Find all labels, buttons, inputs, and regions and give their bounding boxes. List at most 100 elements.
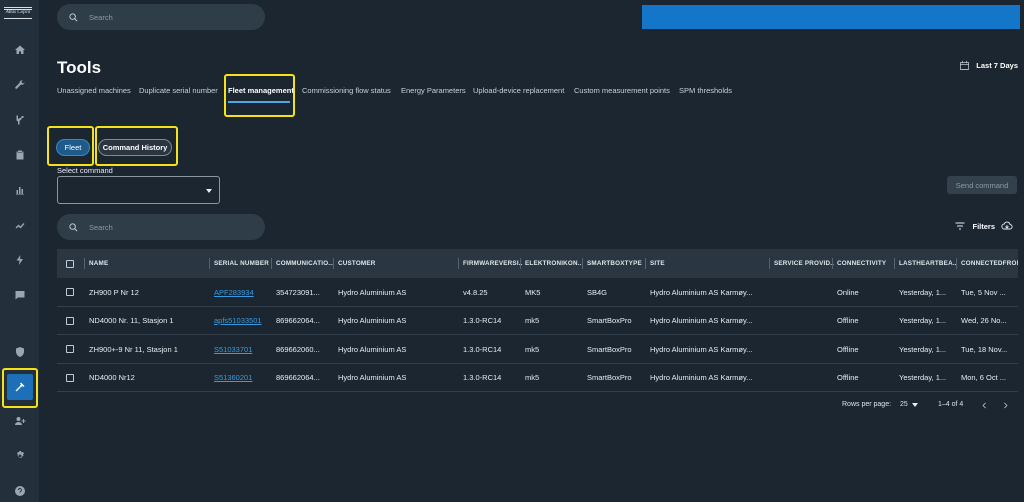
chat-icon <box>15 291 24 300</box>
sidebar-item-service[interactable] <box>0 72 39 98</box>
tab-upload-device-replacement[interactable]: Upload-device replacement <box>473 86 564 95</box>
row-checkbox[interactable] <box>66 373 74 382</box>
row-checkbox[interactable] <box>66 288 74 296</box>
cell-service-provider <box>774 364 832 392</box>
table-search[interactable] <box>57 214 265 240</box>
sidebar-item-home[interactable] <box>0 37 39 63</box>
chevron-left-icon <box>982 402 986 409</box>
trend-icon <box>15 223 24 229</box>
filters-button[interactable]: Filters <box>954 220 1013 232</box>
sidebar-item-security[interactable] <box>0 339 39 365</box>
table-row[interactable]: ZH900+-9 Nr 11, Stasjon 1 S51033701 8696… <box>57 335 1018 364</box>
cell-serial-number-link[interactable]: apfs51033501 <box>214 307 272 335</box>
column-header-service-provider[interactable]: SERVICE PROVID... <box>774 249 834 278</box>
cell-serial-number-link[interactable]: S51360201 <box>214 364 272 392</box>
global-search[interactable] <box>57 4 265 30</box>
row-checkbox[interactable] <box>66 345 74 353</box>
tab-energy-parameters[interactable]: Energy Parameters <box>401 86 466 95</box>
send-command-button[interactable]: Send command <box>947 176 1017 194</box>
rows-per-page-value: 25 <box>900 401 908 408</box>
select-all-checkbox[interactable] <box>66 260 74 268</box>
cell-customer: Hydro Aluminium AS <box>338 344 407 354</box>
cell-connected-from: Tue, 18 Nov... <box>961 344 1008 354</box>
cell-communication: 869662060... <box>276 344 320 354</box>
gear-icon <box>16 451 24 458</box>
command-history-subtab[interactable]: Command History <box>98 139 172 156</box>
column-header-customer[interactable]: CUSTOMER <box>338 249 458 278</box>
cell-connectivity: Online <box>837 287 859 297</box>
cell-elektronikon: mk5 <box>525 316 540 325</box>
sidebar-item-users[interactable] <box>0 408 39 434</box>
sidebar-item-settings[interactable] <box>0 443 39 469</box>
tab-fleet-management[interactable]: Fleet management <box>228 86 294 95</box>
cell-elektronikon: mk5 <box>525 344 540 354</box>
table-row[interactable]: ND4000 Nr. 11, Stasjon 1 apfs51033501 86… <box>57 307 1018 335</box>
cell-elektronikon: MK5 <box>525 287 541 297</box>
fleet-subtab[interactable]: Fleet <box>56 139 90 156</box>
cell-customer: Hydro Aluminium AS <box>338 373 407 382</box>
column-header-name[interactable]: NAME <box>89 249 207 278</box>
sidebar-item-tools[interactable] <box>0 374 39 400</box>
sidebar-item-help[interactable] <box>0 478 39 502</box>
cell-site: Hydro Aluminium AS Karmøy... <box>650 287 753 297</box>
column-header-communication[interactable]: COMMUNICATIO... <box>276 249 334 278</box>
sidebar-item-energy[interactable] <box>0 247 39 273</box>
date-range-label: Last 7 Days <box>976 61 1018 70</box>
date-range-picker[interactable]: Last 7 Days <box>959 60 1018 71</box>
table-header: NAME SERIAL NUMBER COMMUNICATIO... CUSTO… <box>57 249 1018 278</box>
column-header-smartboxtype[interactable]: SMARTBOXTYPE <box>587 249 645 278</box>
column-header-elektronikon[interactable]: ELEKTRONIKON... <box>525 249 582 278</box>
cell-service-provider <box>774 335 832 363</box>
cell-customer: Hydro Aluminium AS <box>338 316 407 325</box>
tab-duplicate-serial-number[interactable]: Duplicate serial number <box>139 86 218 95</box>
next-page-button[interactable] <box>1001 401 1010 410</box>
search-icon <box>69 222 78 231</box>
column-header-site[interactable]: SITE <box>650 249 770 278</box>
cell-communication: 869662064... <box>276 316 320 325</box>
sidebar: Atlas Copco <box>0 0 39 502</box>
tab-spm-thresholds[interactable]: SPM thresholds <box>679 86 732 95</box>
rows-per-page-select[interactable]: 25 <box>900 401 918 408</box>
global-search-input[interactable] <box>89 12 239 22</box>
column-header-connected-from[interactable]: CONNECTEDFROM <box>961 249 1018 278</box>
tab-unassigned-machines[interactable]: Unassigned machines <box>57 86 131 95</box>
tools-icon <box>15 382 24 392</box>
row-checkbox[interactable] <box>66 316 74 325</box>
cell-name: ZH900+-9 Nr 11, Stasjon 1 <box>89 344 178 354</box>
cell-site: Hydro Aluminium AS Karmøy... <box>650 344 753 354</box>
cell-firmware: 1.3.0-RC14 <box>463 344 502 354</box>
table-row[interactable]: ZH900 P Nr 12 APF283934 354723091... Hyd… <box>57 278 1018 307</box>
column-header-last-heartbeat[interactable]: LASTHEARTBEA... <box>899 249 956 278</box>
cell-connected-from: Mon, 6 Oct ... <box>961 373 1007 382</box>
sidebar-item-analytics[interactable] <box>0 177 39 203</box>
sidebar-item-machines[interactable] <box>0 107 39 133</box>
cell-serial-number-link[interactable]: APF283934 <box>214 278 272 306</box>
header-banner <box>642 5 1020 29</box>
cell-service-provider <box>774 307 832 335</box>
column-header-firmware-version[interactable]: FIRMWAREVERSI... <box>463 249 523 278</box>
sidebar-item-trends[interactable] <box>0 212 39 238</box>
bolt-icon <box>16 255 23 265</box>
tab-commissioning-flow-status[interactable]: Commissioning flow status <box>302 86 391 95</box>
cell-serial-number-link[interactable]: S51033701 <box>214 335 272 363</box>
atlas-copco-logo: Atlas Copco <box>4 6 32 20</box>
sidebar-item-messages[interactable] <box>0 282 39 308</box>
cloud-download-icon[interactable] <box>1001 220 1013 232</box>
select-command-dropdown[interactable] <box>57 176 220 204</box>
previous-page-button[interactable] <box>980 401 989 410</box>
column-header-connectivity[interactable]: CONNECTIVITY <box>837 249 895 278</box>
table-row[interactable]: ND4000 Nr12 S51360201 869662064... Hydro… <box>57 364 1018 392</box>
machine-icon <box>16 115 23 125</box>
cell-last-heartbeat: Yesterday, 1... <box>899 344 947 354</box>
table-search-input[interactable] <box>89 222 239 232</box>
cell-smartboxtype: SmartBoxPro <box>587 316 632 325</box>
cell-firmware: 1.3.0-RC14 <box>463 316 502 325</box>
cell-site: Hydro Aluminium AS Karmøy... <box>650 316 753 325</box>
calendar-icon <box>960 60 970 70</box>
cell-connectivity: Offline <box>837 373 859 382</box>
filter-icon <box>955 222 965 230</box>
column-header-serial-number[interactable]: SERIAL NUMBER <box>214 249 272 278</box>
sidebar-item-reports[interactable] <box>0 142 39 168</box>
tab-custom-measurement-points[interactable]: Custom measurement points <box>574 86 670 95</box>
cell-name: ND4000 Nr. 11, Stasjon 1 <box>89 316 174 325</box>
